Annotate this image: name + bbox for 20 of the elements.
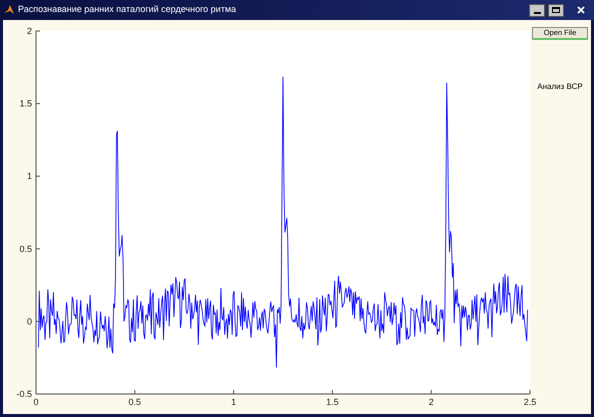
x-tick-label: 0 [34,397,38,407]
x-tick-label: 0.5 [128,397,142,407]
x-tick-label: 2 [428,397,434,407]
y-tick-label: 0.5 [19,244,32,254]
y-tick-label: 1.5 [19,98,32,109]
x-tick-label: 1.5 [326,397,339,407]
y-tick-label: 2 [26,26,32,36]
close-icon [577,6,585,14]
minimize-icon [534,12,540,14]
y-tick-label: 0 [26,316,32,326]
analysis-label: Анализ ВСР [537,81,583,93]
minimize-button[interactable] [529,4,545,16]
y-tick-label: 1 [26,171,32,182]
x-tick-label: 1 [231,397,236,407]
window-title: Распознавание ранних паталогий сердечного ритма [18,3,238,16]
app-logo-icon [3,4,15,16]
maximize-button[interactable] [548,4,564,16]
x-tick-label: 2.5 [524,397,536,407]
maximize-icon [552,7,560,13]
y-tick-label: -0.5 [16,389,32,399]
